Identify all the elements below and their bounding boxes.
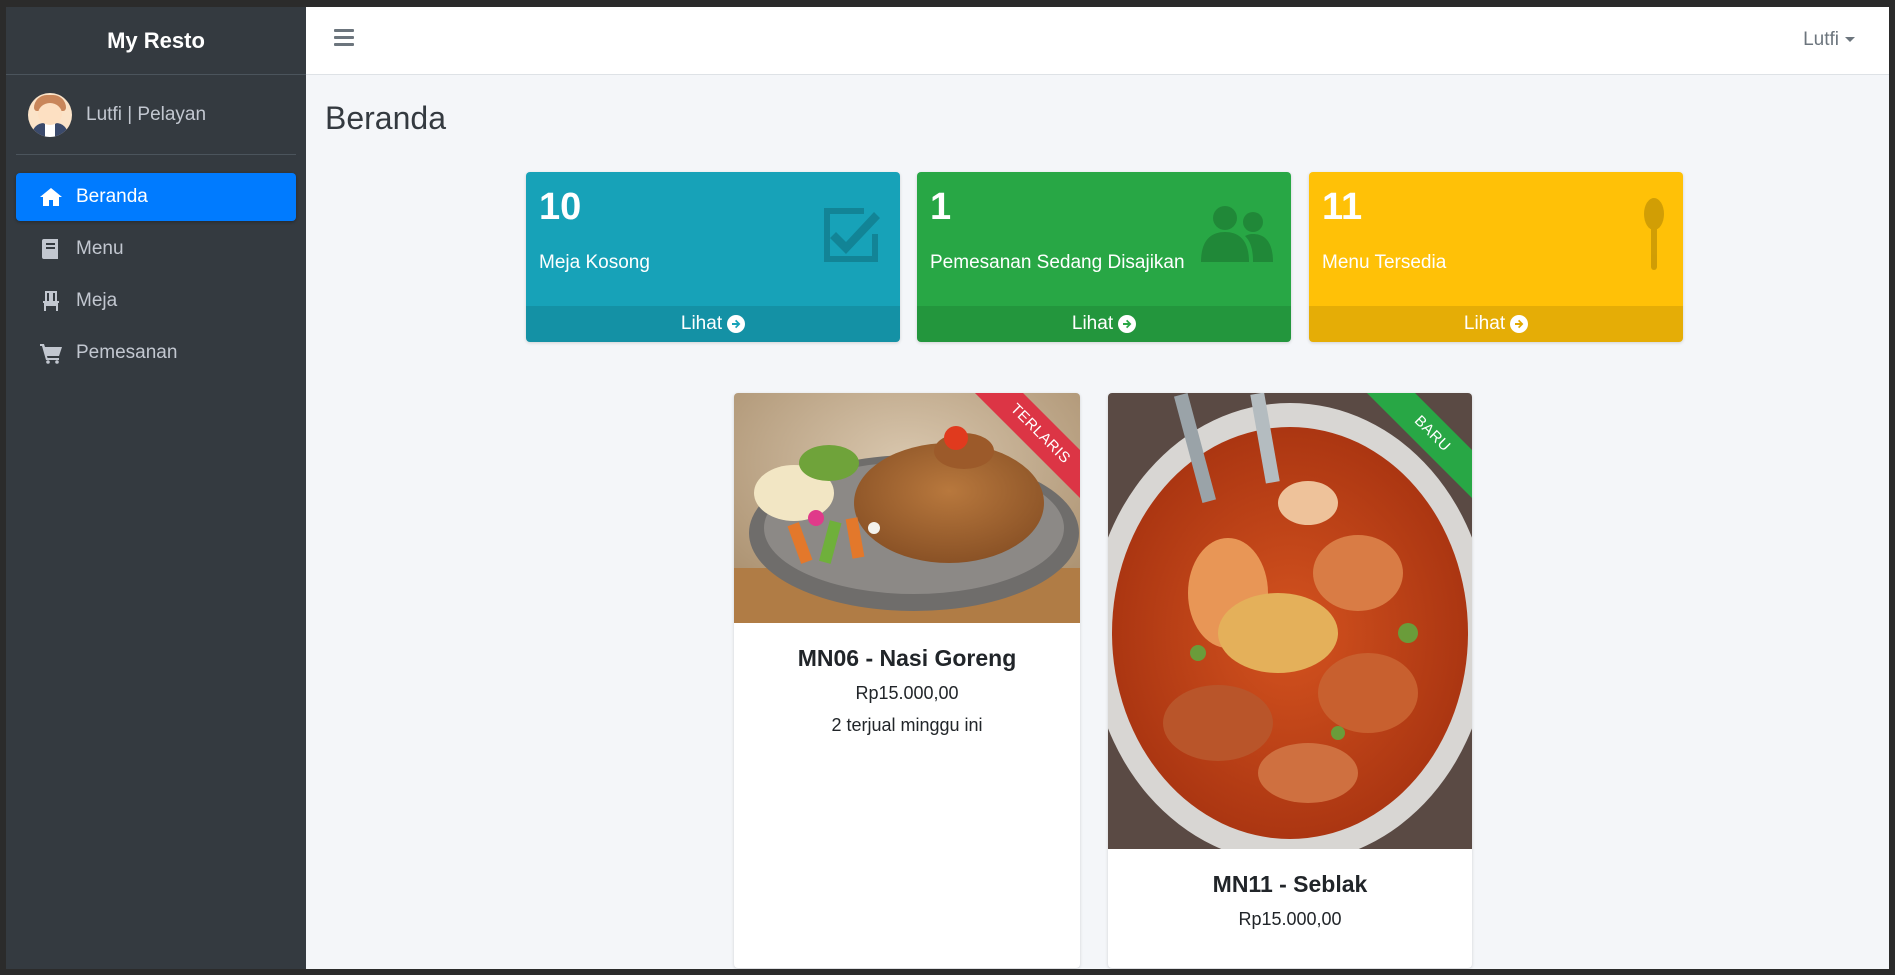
- users-icon: [1199, 202, 1275, 273]
- sidebar-item-meja[interactable]: Meja: [16, 277, 296, 325]
- sidebar-item-label: Beranda: [76, 186, 148, 207]
- stat-link-label: Lihat: [680, 313, 723, 334]
- user-dropdown-label: Lutfi: [1803, 29, 1839, 50]
- stat-label: Pemesanan Sedang Disajikan: [930, 252, 1185, 273]
- stat-label: Menu Tersedia: [1322, 252, 1447, 273]
- menu-card-title: MN11 - Seblak: [1212, 871, 1368, 897]
- menu-card-nasi-goreng[interactable]: TERLARIS MN06 - Nasi Goreng Rp15.000,00 …: [734, 393, 1080, 968]
- sidebar-nav: Beranda Menu Meja Pemesanan: [6, 155, 306, 377]
- brand-logo[interactable]: My Resto: [6, 7, 306, 75]
- menu-card-price: Rp15.000,00: [1238, 909, 1342, 929]
- hamburger-menu-icon[interactable]: [334, 29, 354, 47]
- stat-value: 10: [539, 186, 582, 228]
- sidebar-item-beranda[interactable]: Beranda: [16, 173, 296, 221]
- menu-image-seblak: [1108, 393, 1472, 849]
- arrow-circle-right-icon: [727, 315, 746, 333]
- top-navbar: Lutfi: [306, 7, 1889, 75]
- menu-card-sold: 2 terjual minggu ini: [831, 715, 983, 735]
- chair-icon: [38, 290, 64, 312]
- sidebar-item-label: Menu: [76, 238, 124, 259]
- sidebar-item-label: Pemesanan: [76, 342, 178, 363]
- user-panel[interactable]: Lutfi | Pelayan: [16, 75, 296, 155]
- user-dropdown[interactable]: Lutfi: [1803, 29, 1855, 51]
- menu-card-seblak[interactable]: BARU MN11 - Seblak Rp15.000,00: [1108, 393, 1472, 968]
- sidebar: My Resto Lutfi | Pelayan Beranda Menu Me…: [6, 7, 306, 969]
- stat-link-label: Lihat: [1071, 313, 1114, 334]
- stat-link-pemesanan[interactable]: Lihat: [917, 306, 1291, 342]
- stat-value: 11: [1322, 186, 1363, 228]
- sidebar-item-menu[interactable]: Menu: [16, 225, 296, 273]
- spoon-icon: [1643, 198, 1665, 279]
- cart-icon: [38, 342, 64, 364]
- stat-link-meja-kosong[interactable]: Lihat: [526, 306, 900, 342]
- sidebar-item-label: Meja: [76, 290, 118, 311]
- menu-card-title: MN06 - Nasi Goreng: [797, 645, 1017, 671]
- home-icon: [38, 186, 64, 208]
- stat-label: Meja Kosong: [539, 252, 650, 273]
- page-title: Beranda: [325, 100, 446, 136]
- stat-box-pemesanan: 1 Pemesanan Sedang Disajikan Lihat: [917, 172, 1291, 342]
- stat-value: 1: [930, 186, 952, 228]
- avatar: [28, 92, 72, 137]
- stat-box-meja-kosong: 10 Meja Kosong Lihat: [526, 172, 900, 342]
- app-window: My Resto Lutfi | Pelayan Beranda Menu Me…: [6, 7, 1889, 969]
- stat-box-menu-tersedia: 11 Menu Tersedia Lihat: [1309, 172, 1683, 342]
- stat-link-label: Lihat: [1463, 313, 1506, 334]
- arrow-circle-right-icon: [1510, 315, 1529, 333]
- sidebar-item-pemesanan[interactable]: Pemesanan: [16, 329, 296, 377]
- check-square-icon: [818, 202, 884, 273]
- menu-card-price: Rp15.000,00: [855, 683, 959, 703]
- user-panel-name: Lutfi | Pelayan: [86, 103, 207, 125]
- stat-link-menu-tersedia[interactable]: Lihat: [1309, 306, 1683, 342]
- main-content: Beranda 10 Meja Kosong Lihat 1 Pemesanan…: [306, 75, 1889, 969]
- book-icon: [38, 238, 64, 260]
- arrow-circle-right-icon: [1118, 315, 1137, 333]
- caret-down-icon: [1845, 37, 1855, 43]
